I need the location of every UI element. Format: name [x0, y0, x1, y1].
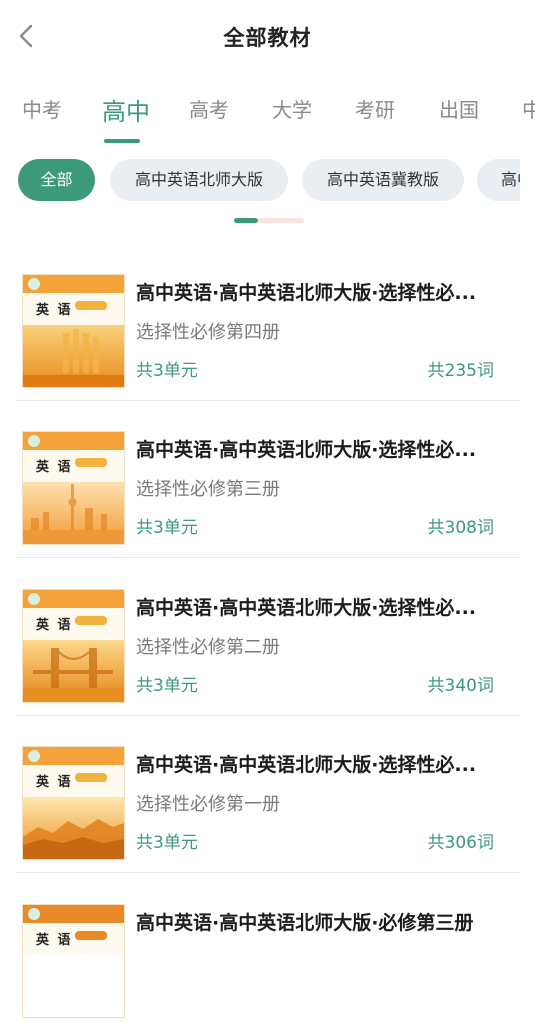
- page-title: 全部教材: [223, 26, 312, 50]
- book-row[interactable]: 英 语 高中英语·高中英语北师大版·选择性必... 选择性必修第二册 共3单元 …: [16, 573, 520, 716]
- edition-filter: 全部 高中英语北师大版 高中英语冀教版 高中: [0, 158, 520, 204]
- tab-gaokao[interactable]: 高考: [189, 94, 229, 123]
- page-dot-active: [234, 218, 258, 223]
- book-row[interactable]: 英 语 高中英语·高中英语北师大版·选择性必... 选择性必修第一册 共3单元 …: [16, 730, 520, 873]
- tab-zhongkao[interactable]: 中考: [22, 94, 62, 123]
- book-row[interactable]: 英 语 高中英语·高中英语北师大版·必修第三册: [16, 888, 520, 1030]
- book-cover: 英 语: [22, 589, 125, 703]
- unit-count: 共3单元: [136, 518, 198, 538]
- cover-title: 英 语: [36, 460, 73, 475]
- book-cover: 英 语: [22, 904, 125, 1018]
- book-cover: 英 语: [22, 431, 125, 545]
- book-title: 高中英语·高中英语北师大版·选择性必...: [136, 439, 477, 461]
- book-title: 高中英语·高中英语北师大版·选择性必...: [136, 282, 477, 304]
- cover-title: 英 语: [36, 775, 73, 790]
- cover-title: 英 语: [36, 618, 73, 633]
- book-volume: 选择性必修第二册: [136, 637, 280, 658]
- cover-title: 英 语: [36, 303, 73, 318]
- tab-daxue[interactable]: 大学: [272, 94, 312, 123]
- book-cover: 英 语: [22, 746, 125, 860]
- book-volume: 选择性必修第四册: [136, 322, 280, 343]
- page-indicator: [234, 218, 304, 223]
- word-count: 共308词: [427, 518, 494, 538]
- page-dot-inactive: [258, 218, 304, 223]
- tab-chuguo[interactable]: 出国: [439, 94, 479, 123]
- book-title: 高中英语·高中英语北师大版·选择性必...: [136, 754, 477, 776]
- chip-bnu-edition[interactable]: 高中英语北师大版: [110, 159, 288, 201]
- book-row[interactable]: 英 语 高中英语·高中英语北师大版·选择性必... 选择性必修第四册 共3单元 …: [16, 258, 520, 401]
- book-volume: 选择性必修第三册: [136, 479, 280, 500]
- book-title: 高中英语·高中英语北师大版·选择性必...: [136, 597, 477, 619]
- header: 全部教材: [0, 0, 535, 76]
- unit-count: 共3单元: [136, 833, 198, 853]
- category-tabs: 中考 高中 高考 大学 考研 出国 中: [0, 84, 535, 144]
- book-row[interactable]: 英 语 高中英语·高中英语北师大版·选择性必... 选择性必修第三册 共3单元 …: [16, 415, 520, 558]
- cover-title: 英 语: [36, 933, 73, 948]
- chip-all[interactable]: 全部: [18, 159, 95, 201]
- chip-more[interactable]: 高中: [477, 159, 520, 201]
- tab-kaoyan[interactable]: 考研: [355, 94, 395, 123]
- book-volume: 选择性必修第一册: [136, 794, 280, 815]
- word-count: 共306词: [427, 833, 494, 853]
- unit-count: 共3单元: [136, 676, 198, 696]
- chip-hebei-edition[interactable]: 高中英语冀教版: [302, 159, 464, 201]
- book-title: 高中英语·高中英语北师大版·必修第三册: [136, 912, 474, 934]
- tab-gaozhong[interactable]: 高中: [102, 92, 150, 127]
- unit-count: 共3单元: [136, 361, 198, 381]
- tab-more[interactable]: 中: [522, 94, 535, 123]
- book-cover: 英 语: [22, 274, 125, 388]
- word-count: 共340词: [427, 676, 494, 696]
- word-count: 共235词: [427, 361, 494, 381]
- active-tab-indicator: [104, 139, 140, 143]
